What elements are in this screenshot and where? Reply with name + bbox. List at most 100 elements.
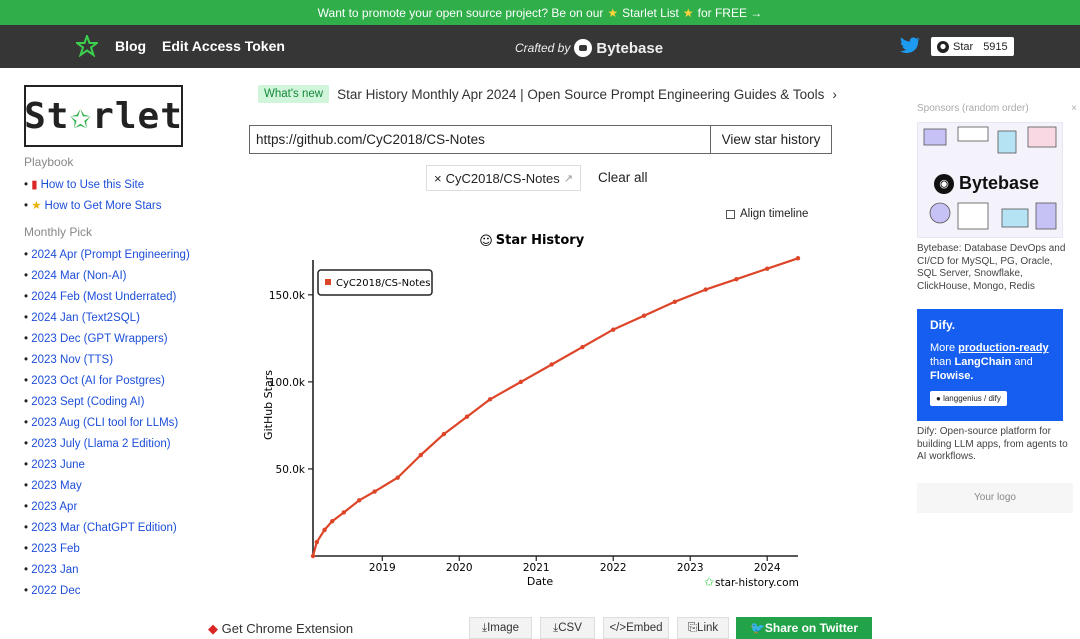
whats-new[interactable]: What's new Star History Monthly Apr 2024…: [258, 85, 837, 103]
star-history-watermark-icon: ✩: [704, 575, 714, 589]
share-on-twitter-button[interactable]: 🐦 Share on Twitter: [736, 617, 872, 639]
dify-github-badge: ● langgenius / dify: [930, 391, 1007, 406]
data-point: [580, 344, 585, 350]
external-link-icon[interactable]: ↗: [564, 172, 573, 185]
monthly-pick-item[interactable]: 2024 Mar (Non-AI): [24, 266, 224, 287]
series-line: [311, 257, 799, 557]
bytebase-brand: ◉ Bytebase: [934, 173, 1039, 194]
banner-link[interactable]: Starlet List: [622, 6, 679, 20]
close-icon[interactable]: ×: [434, 171, 442, 186]
data-point: [341, 510, 346, 515]
data-point: [314, 539, 320, 545]
monthly-pick-item-label: 2024 Mar (Non-AI): [31, 270, 127, 282]
promo-banner[interactable]: Want to promote your open source project…: [0, 0, 1080, 25]
nav-blog-link[interactable]: Blog: [115, 38, 146, 54]
monthly-pick-item[interactable]: 2023 Nov (TTS): [24, 350, 224, 371]
monthly-pick-item[interactable]: 2023 Sept (Coding AI): [24, 392, 224, 413]
embed-label: Embed: [626, 622, 663, 634]
sponsors-header: Sponsors (random order) ×: [917, 103, 1077, 114]
data-point: [487, 397, 493, 402]
dify-banner[interactable]: Dify. More production-ready than LangCha…: [917, 309, 1063, 421]
monthly-pick-item[interactable]: 2023 Aug (CLI tool for LLMs): [24, 413, 224, 434]
chart-title: ☺ Star History: [479, 233, 584, 249]
sponsor-bytebase[interactable]: ◉ Bytebase Bytebase: Database DevOps and…: [917, 122, 1069, 293]
data-point: [322, 527, 327, 533]
x-axis-label: Date: [527, 575, 554, 588]
whats-new-text[interactable]: Star History Monthly Apr 2024 | Open Sou…: [337, 87, 824, 102]
playbook-item[interactable]: ★How to Get More Stars: [24, 196, 224, 217]
monthly-pick-item[interactable]: 2023 Feb: [24, 539, 224, 560]
data-point: [672, 299, 678, 304]
repo-url-input[interactable]: [249, 125, 710, 154]
legend-label: CyC2018/CS-Notes: [336, 278, 431, 289]
monthly-pick-item-label: 2023 Sept (Coding AI): [31, 396, 145, 408]
align-timeline-checkbox[interactable]: [726, 209, 735, 219]
monthly-pick-item[interactable]: 2024 Feb (Most Underrated): [24, 287, 224, 308]
your-logo-slot[interactable]: Your logo: [917, 482, 1073, 513]
chevron-right-icon: ›: [832, 86, 837, 102]
monthly-pick-item[interactable]: 2023 Jan: [24, 560, 224, 581]
dify-description: Dify: Open-source platform for building …: [917, 426, 1068, 462]
star-icon: ★: [607, 5, 619, 20]
chrome-ext-label: Get Chrome Extension: [221, 621, 354, 636]
monthly-pick-item[interactable]: 2022 Dec: [24, 581, 224, 602]
monthly-pick-item[interactable]: 2023 Dec (GPT Wrappers): [24, 329, 224, 350]
monthly-pick-item[interactable]: 2023 Apr: [24, 497, 224, 518]
data-point: [795, 256, 801, 261]
get-chrome-extension-link[interactable]: ◆ Get Chrome Extension: [208, 621, 353, 637]
download-csv-button[interactable]: ⤓ CSV: [540, 617, 595, 639]
embed-button[interactable]: </> Embed: [603, 617, 669, 639]
chart-actions: ◆ Get Chrome Extension ⤓ Image ⤓ CSV </>…: [200, 617, 900, 639]
crafted-by-label: Crafted by: [515, 41, 571, 55]
playbook-item-label: How to Get More Stars: [44, 200, 162, 212]
nav-edit-token-link[interactable]: Edit Access Token: [162, 38, 285, 54]
whats-new-badge: What's new: [258, 85, 330, 103]
data-point: [518, 379, 524, 385]
monthly-pick-item[interactable]: 2023 Oct (AI for Postgres): [24, 371, 224, 392]
sponsors-title: Sponsors (random order): [917, 103, 1029, 114]
logo-text-post: rlet: [92, 95, 183, 137]
data-point: [310, 553, 316, 559]
starlet-logo-icon[interactable]: [74, 33, 100, 62]
close-icon[interactable]: ×: [1071, 103, 1077, 114]
chrome-icon: ◆: [208, 621, 218, 636]
bytebase-banner-image[interactable]: ◉ Bytebase: [917, 122, 1063, 238]
download-image-button[interactable]: ⤓ Image: [469, 617, 532, 639]
monthly-pick-item[interactable]: 2023 July (Llama 2 Edition): [24, 434, 224, 455]
legend-swatch: [325, 279, 331, 285]
monthly-pick-item[interactable]: 2023 Mar (ChatGPT Edition): [24, 518, 224, 539]
monthly-pick-item[interactable]: 2023 June: [24, 455, 224, 476]
monthly-pick-item[interactable]: 2024 Apr (Prompt Engineering): [24, 245, 224, 266]
data-point: [734, 276, 739, 282]
github-star-count: 5915: [983, 40, 1008, 53]
sponsor-dify[interactable]: Dify. More production-ready than LangCha…: [917, 309, 1069, 464]
monthly-pick-item-label: 2024 Apr (Prompt Engineering): [31, 249, 190, 261]
csv-label: CSV: [558, 622, 582, 634]
github-star-button[interactable]: Star 5915: [931, 37, 1014, 56]
clear-all-button[interactable]: Clear all: [598, 170, 648, 185]
star-icon: ★: [31, 200, 42, 212]
dify-tag-pre: More: [930, 342, 956, 354]
monthly-pick-item-label: 2023 July (Llama 2 Edition): [31, 438, 171, 450]
dify-tag-em: production-ready: [958, 342, 1049, 354]
twitter-icon[interactable]: [900, 37, 920, 59]
dify-tag-b1: LangChain: [954, 356, 1012, 368]
crafted-by[interactable]: Crafted by Bytebase: [515, 39, 663, 57]
chart-legend: CyC2018/CS-Notes: [317, 269, 433, 296]
chart-series: [310, 256, 801, 559]
repo-chip-label[interactable]: CyC2018/CS-Notes: [446, 171, 560, 186]
monthly-pick-item-label: 2023 Apr: [31, 501, 78, 513]
align-timeline-label: Align timeline: [740, 208, 809, 220]
dify-github-label: langgenius / dify: [943, 394, 1001, 403]
starlet-logo[interactable]: St ✩ rlet: [24, 85, 183, 147]
repo-chip[interactable]: × CyC2018/CS-Notes ↗: [426, 165, 581, 191]
playbook-item[interactable]: ▮How to Use this Site: [24, 175, 224, 196]
copy-link-button[interactable]: ⎘ Link: [677, 617, 729, 639]
monthly-pick-item-label: 2023 Nov (TTS): [31, 354, 114, 366]
monthly-pick-item[interactable]: 2023 May: [24, 476, 224, 497]
data-point: [418, 452, 423, 458]
align-timeline-toggle[interactable]: Align timeline: [726, 208, 808, 220]
monthly-pick-item-label: 2023 Feb: [31, 543, 80, 555]
monthly-pick-item[interactable]: 2024 Jan (Text2SQL): [24, 308, 224, 329]
view-star-history-button[interactable]: View star history: [710, 125, 832, 154]
